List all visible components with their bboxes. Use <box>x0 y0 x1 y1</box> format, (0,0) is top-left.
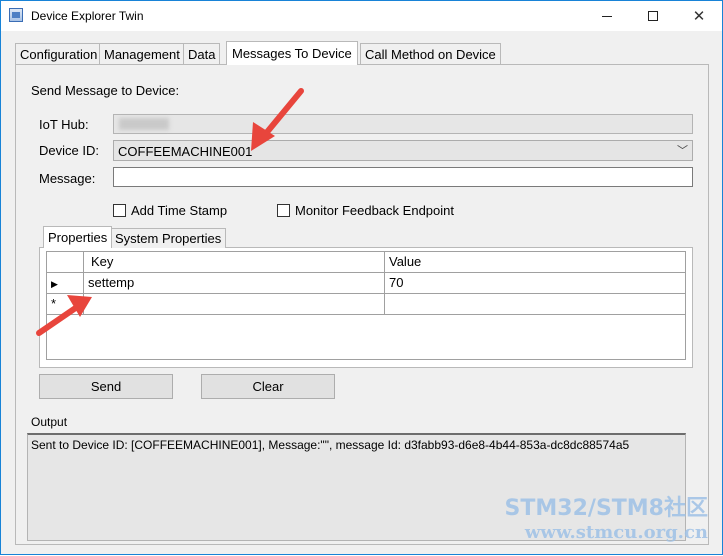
add-timestamp-checkbox[interactable] <box>113 204 126 217</box>
minimize-icon <box>602 15 612 17</box>
message-field[interactable] <box>113 167 693 187</box>
grid-header-row: Key Value <box>47 252 685 273</box>
new-value-cell[interactable] <box>385 294 685 314</box>
output-group-label: Output <box>29 415 70 429</box>
close-button[interactable]: ✕ <box>676 1 722 31</box>
key-column-header[interactable]: Key <box>84 252 385 272</box>
close-icon: ✕ <box>692 8 706 25</box>
clear-button[interactable]: Clear <box>201 374 335 399</box>
app-icon <box>9 8 23 22</box>
tab-management[interactable]: Management <box>99 43 185 64</box>
new-row-selector[interactable]: * <box>47 294 84 314</box>
add-timestamp-checkbox-row[interactable]: Add Time Stamp <box>113 203 227 218</box>
device-id-value: COFFEEMACHINE001 <box>118 144 253 159</box>
current-row-icon: ▶ <box>51 279 58 289</box>
table-row[interactable]: ▶ settemp 70 <box>47 273 685 294</box>
monitor-feedback-checkbox[interactable] <box>277 204 290 217</box>
tab-properties[interactable]: Properties <box>43 226 113 248</box>
new-row-icon: * <box>51 296 57 311</box>
tab-data[interactable]: Data <box>183 43 221 64</box>
tab-messages-to-device[interactable]: Messages To Device <box>226 41 358 65</box>
maximize-icon <box>648 11 658 21</box>
tab-system-properties[interactable]: System Properties <box>110 228 227 248</box>
row-selector[interactable]: ▶ <box>47 273 84 293</box>
new-key-cell[interactable] <box>84 294 385 314</box>
chevron-down-icon: ﹀ <box>677 145 688 157</box>
window-title: Device Explorer Twin <box>31 9 144 23</box>
message-label: Message: <box>39 171 96 186</box>
device-id-label: Device ID: <box>39 143 99 158</box>
monitor-feedback-checkbox-row[interactable]: Monitor Feedback Endpoint <box>277 203 454 218</box>
app-window: Device Explorer Twin ✕ Configuration Man… <box>0 0 723 555</box>
properties-grid: Key Value ▶ settemp 70 * <box>46 251 686 360</box>
watermark-line-1: STM32/STM8社区 <box>504 496 708 521</box>
maximize-button[interactable] <box>630 1 676 31</box>
row-header-corner <box>47 252 84 272</box>
tab-configuration[interactable]: Configuration <box>15 43 103 64</box>
monitor-feedback-label: Monitor Feedback Endpoint <box>295 203 454 218</box>
send-message-heading: Send Message to Device: <box>31 83 180 98</box>
key-cell[interactable]: settemp <box>84 273 385 293</box>
iot-hub-redacted <box>119 118 169 130</box>
device-id-dropdown[interactable]: COFFEEMACHINE001 ﹀ <box>113 140 693 161</box>
value-column-header[interactable]: Value <box>385 252 685 272</box>
add-timestamp-label: Add Time Stamp <box>131 203 228 218</box>
iot-hub-label: IoT Hub: <box>39 117 89 132</box>
iot-hub-field[interactable] <box>113 114 693 134</box>
new-table-row[interactable]: * <box>47 294 685 315</box>
minimize-button[interactable] <box>584 1 630 31</box>
title-bar[interactable]: Device Explorer Twin ✕ <box>1 1 722 31</box>
value-cell[interactable]: 70 <box>385 273 685 293</box>
tab-call-method-on-device[interactable]: Call Method on Device <box>360 43 501 64</box>
send-button[interactable]: Send <box>39 374 173 399</box>
watermark-line-2: www.stmcu.org.cn <box>524 522 708 543</box>
watermark: STM32/STM8社区 www.stmcu.org.cn <box>505 496 708 544</box>
